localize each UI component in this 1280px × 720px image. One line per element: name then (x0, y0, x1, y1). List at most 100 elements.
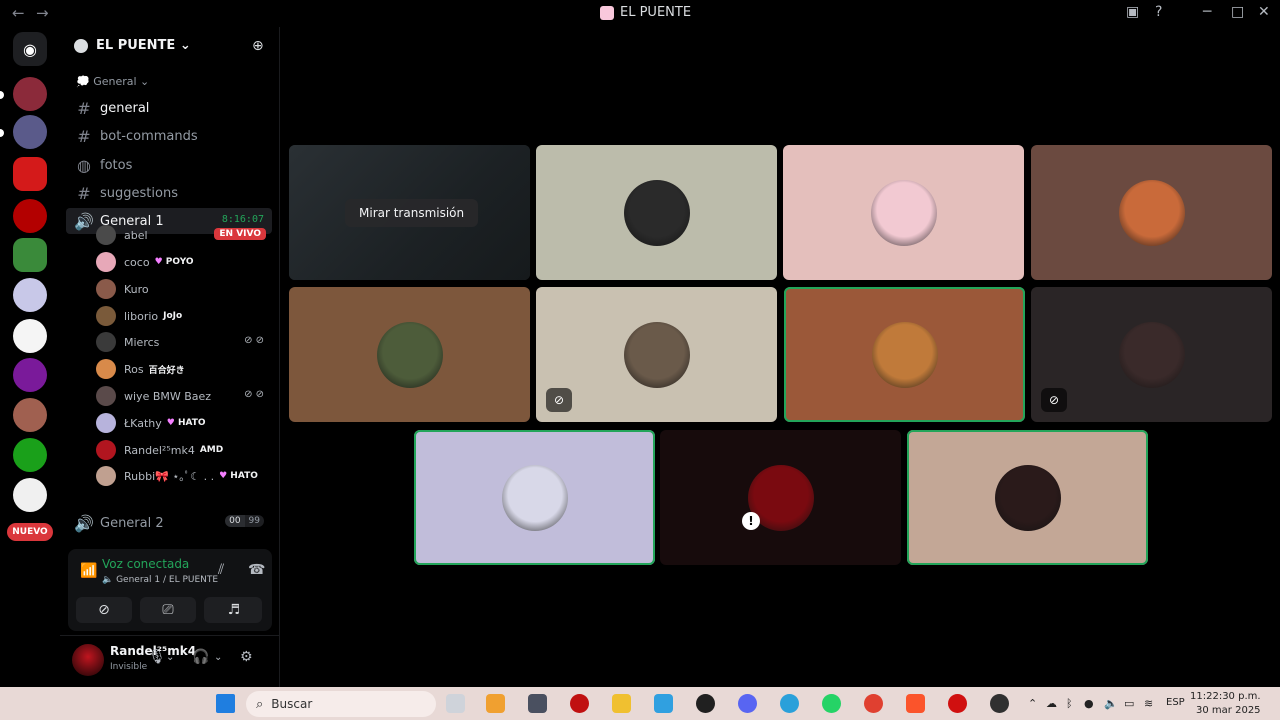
participant-tile[interactable] (414, 430, 655, 565)
member-name: Randel²⁵mk4 (124, 443, 195, 457)
member-avatar (96, 359, 116, 379)
back-arrow-icon[interactable]: ← (12, 4, 25, 22)
voice-channel-general-2[interactable]: 🔊 General 2 00 99 (66, 510, 272, 536)
camera-off-button[interactable]: ⊘ (76, 597, 132, 623)
soundboard-button[interactable]: ♬ (206, 597, 262, 623)
participant-avatar (1118, 179, 1185, 246)
telegram-icon[interactable] (780, 694, 799, 713)
server-folder-icon[interactable] (13, 478, 47, 512)
battery-icon[interactable]: ▭ (1124, 697, 1134, 710)
participant-tile[interactable] (536, 145, 777, 280)
channel-fotos[interactable]: ◍ fotos (66, 152, 272, 178)
cloud-icon[interactable]: ☁ (1046, 697, 1057, 710)
voice-status[interactable]: Voz conectada (102, 557, 189, 571)
app-icon[interactable] (990, 694, 1009, 713)
chevron-down-icon[interactable]: ⌄ (166, 652, 174, 663)
voice-member[interactable]: Rubbi🎀 ⋆｡ﾟ☾ . . ♥ HATO (96, 463, 272, 489)
server-icon[interactable] (13, 278, 47, 312)
help-icon[interactable]: ? (1155, 4, 1162, 20)
chevron-up-icon[interactable]: ⌃ (1028, 697, 1037, 710)
window-title: EL PUENTE (600, 5, 691, 20)
taskbar-search[interactable]: ⌕ Buscar (246, 691, 436, 717)
new-badge[interactable]: NUEVO (7, 523, 53, 541)
noise-suppression-icon[interactable]: ⫽ (218, 562, 224, 578)
server-header[interactable]: EL PUENTE ⌄ ⊕ (60, 27, 280, 67)
discord-taskbar-icon[interactable] (738, 694, 757, 713)
whatsapp-icon[interactable] (822, 694, 841, 713)
language-indicator[interactable]: ESP (1166, 697, 1185, 708)
voice-member[interactable]: liborio JoJo (96, 303, 272, 329)
user-avatar[interactable] (72, 644, 104, 676)
bluetooth-icon[interactable]: ᛒ (1066, 697, 1073, 710)
app-icon[interactable] (570, 694, 589, 713)
stream-tile[interactable]: Mirar transmisión (289, 145, 530, 280)
server-icon[interactable] (13, 398, 47, 432)
server-icon[interactable] (13, 319, 47, 353)
app-icon[interactable] (528, 694, 547, 713)
voice-member[interactable]: ŁKathy ♥ HATO (96, 410, 272, 436)
search-icon: ⌕ (256, 696, 264, 712)
microphone-icon[interactable]: 🎙 (148, 649, 166, 665)
participant-tile[interactable] (783, 145, 1024, 280)
inbox-icon[interactable]: ▣ (1126, 4, 1139, 20)
voice-member[interactable]: Miercs ⊘ ⊘ (96, 329, 272, 355)
invite-people-icon[interactable]: ⊕ (252, 38, 264, 54)
media-player-icon[interactable] (696, 694, 715, 713)
widgets-icon[interactable] (486, 694, 505, 713)
voice-location[interactable]: 🔈 General 1 / EL PUENTE (102, 575, 218, 585)
participant-tile[interactable]: ⊘ (1031, 287, 1272, 422)
discord-home-icon[interactable]: ◉ (13, 32, 47, 66)
chrome-icon[interactable] (864, 694, 883, 713)
app-icon[interactable] (948, 694, 967, 713)
participant-tile[interactable] (907, 430, 1148, 565)
close-button[interactable]: ✕ (1258, 4, 1270, 20)
server-icon[interactable] (13, 115, 47, 149)
task-view-icon[interactable] (446, 694, 465, 713)
watch-stream-button[interactable]: Mirar transmisión (345, 199, 479, 227)
participant-tile[interactable]: ! (660, 430, 901, 565)
server-icon[interactable] (13, 77, 47, 111)
screen-share-icon: ⎚ (162, 602, 174, 618)
disconnect-icon[interactable]: ☎ (248, 562, 265, 578)
server-icon[interactable] (13, 438, 47, 472)
voice-member[interactable]: abel EN VIVO (96, 222, 272, 248)
wifi-icon[interactable]: ≋ (1144, 697, 1153, 710)
participant-tile[interactable] (1031, 145, 1272, 280)
maximize-button[interactable]: □ (1231, 4, 1244, 20)
headphones-icon[interactable]: 🎧 (192, 649, 209, 665)
server-icon[interactable] (13, 358, 47, 392)
channel-bot-commands[interactable]: # bot-commands (66, 123, 272, 149)
file-explorer-icon[interactable] (612, 694, 631, 713)
volume-icon[interactable]: 🔈 (1104, 697, 1118, 710)
channel-suggestions[interactable]: # suggestions (66, 180, 272, 206)
voice-member[interactable]: wiye BMW Baez ⊘ ⊘ (96, 383, 272, 409)
gear-icon[interactable]: ⚙ (240, 649, 253, 665)
category-general[interactable]: 💭 General ⌄ (76, 75, 149, 88)
server-icon[interactable] (13, 199, 47, 233)
microphone-tray-icon[interactable]: ● (1084, 697, 1094, 710)
chevron-down-icon[interactable]: ⌄ (214, 652, 222, 663)
taskbar-clock[interactable]: 11:22:30 p.m. 30 mar 2025 (1190, 690, 1261, 718)
server-icon[interactable] (13, 238, 47, 272)
voice-member[interactable]: Randel²⁵mk4 AMD (96, 437, 272, 463)
user-limit-badge: 00 99 (225, 515, 264, 527)
channel-general[interactable]: # general (66, 95, 272, 121)
server-logo-icon (600, 5, 614, 20)
app-icon[interactable] (654, 694, 673, 713)
camera-off-icon: ⊘ (98, 602, 110, 618)
server-icon[interactable] (13, 157, 47, 191)
participant-tile[interactable]: ⊘ (536, 287, 777, 422)
member-name: Ros (124, 362, 144, 376)
voice-member[interactable]: coco ♥ POYO (96, 249, 272, 275)
minimize-button[interactable]: ─ (1203, 4, 1211, 20)
windows-start-icon[interactable] (216, 694, 235, 713)
share-screen-button[interactable]: ⎚ (140, 597, 196, 623)
participant-tile[interactable] (289, 287, 530, 422)
brave-icon[interactable] (906, 694, 925, 713)
voice-member[interactable]: Kuro (96, 276, 272, 302)
voice-member[interactable]: Ros 百合好き (96, 356, 272, 382)
forward-arrow-icon[interactable]: → (36, 4, 49, 22)
participant-avatar (623, 179, 690, 246)
participant-tile[interactable] (784, 287, 1025, 422)
signal-icon[interactable]: 📶 (80, 563, 97, 579)
